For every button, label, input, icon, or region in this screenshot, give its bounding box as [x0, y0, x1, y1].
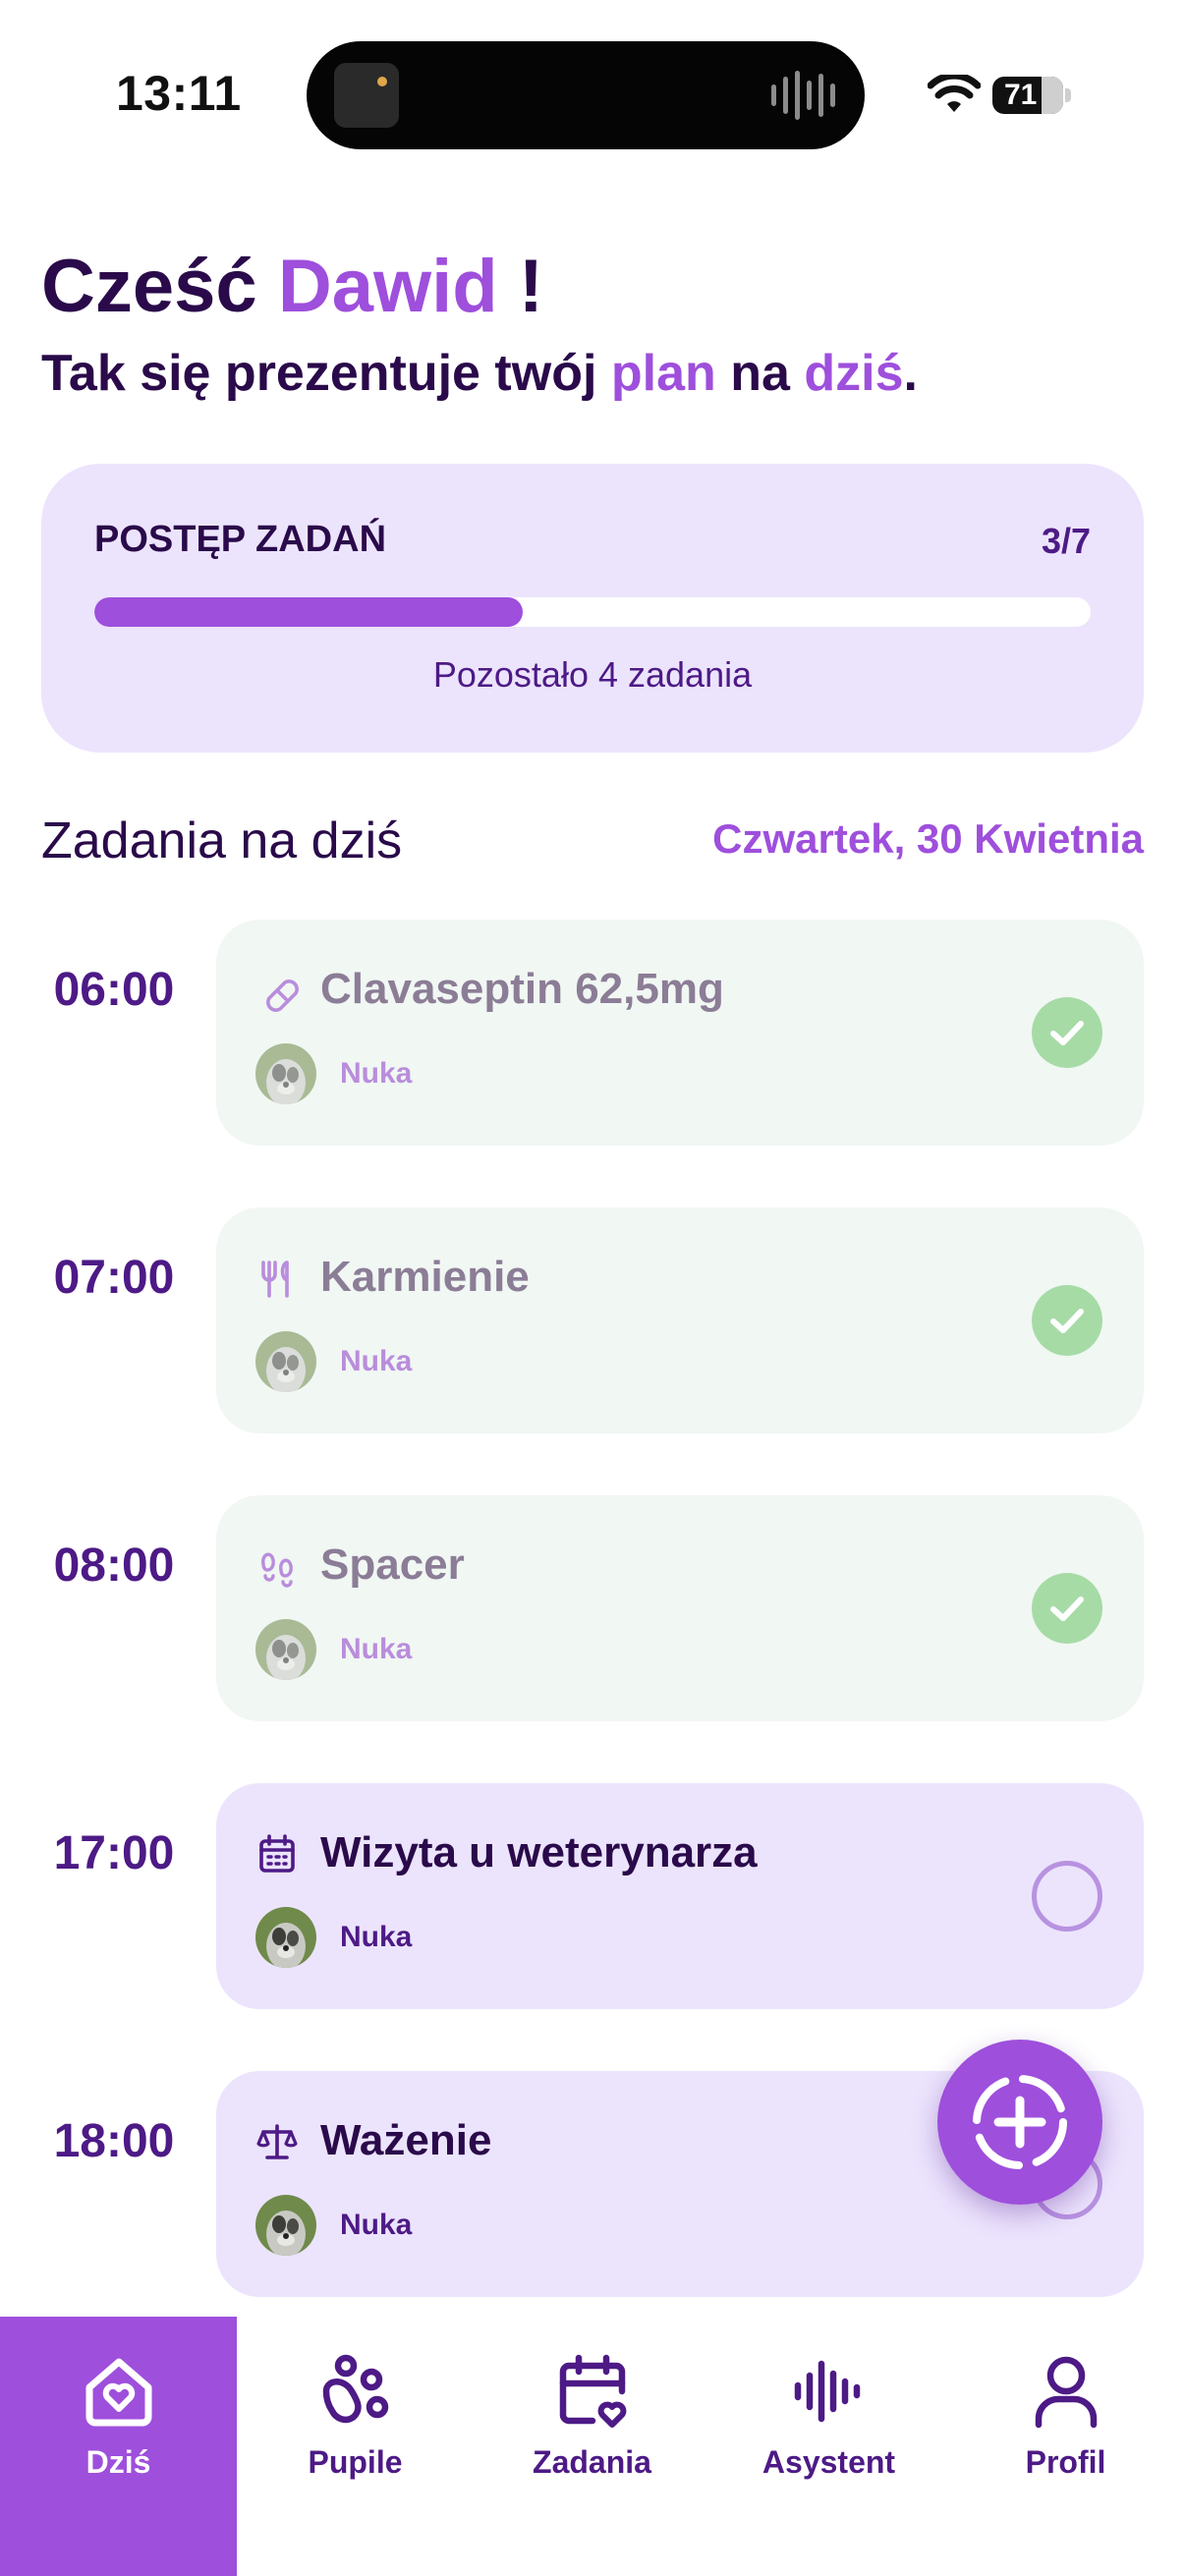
- task-title: Karmienie: [320, 1253, 530, 1301]
- nav-item-zadania[interactable]: Zadania: [474, 2317, 710, 2576]
- tasks-section-title: Zadania na dziś: [41, 812, 403, 869]
- task-time: 06:00: [53, 964, 175, 1016]
- footprints-icon: [261, 1552, 293, 1588]
- nav-item-profil[interactable]: Profil: [947, 2317, 1184, 2576]
- pet-avatar: [255, 1619, 316, 1680]
- checkmark-icon: [1050, 1021, 1084, 1045]
- pet-avatar: [255, 1907, 316, 1968]
- calendar-icon: [259, 1834, 295, 1873]
- bottom-navigation: Dziś Pupile Zadania Asystent Profil: [0, 2317, 1185, 2576]
- calendar-heart-icon: [559, 2354, 626, 2428]
- user-icon: [1035, 2356, 1097, 2429]
- nav-label: Asystent: [762, 2444, 896, 2480]
- task-card[interactable]: Karmienie Nuka: [216, 1207, 1144, 1433]
- nav-item-pupile[interactable]: Pupile: [237, 2317, 474, 2576]
- task-time: 07:00: [53, 1252, 175, 1304]
- voice-wave-icon: [794, 2360, 860, 2423]
- task-card[interactable]: Clavaseptin 62,5mg Nuka: [216, 920, 1144, 1146]
- task-time: 18:00: [53, 2115, 175, 2167]
- status-time: 13:11: [116, 66, 242, 121]
- task-title: Wizyta u weterynarza: [320, 1828, 758, 1876]
- progress-count: 3/7: [1041, 521, 1091, 561]
- progress-remaining: Pozostało 4 zadania: [432, 654, 753, 695]
- dynamic-island: [307, 41, 865, 149]
- battery-tip: [1065, 88, 1071, 102]
- task-title: Clavaseptin 62,5mg: [320, 965, 724, 1013]
- wifi-icon: [928, 75, 981, 112]
- pet-name: Nuka: [340, 1057, 413, 1090]
- nav-label: Zadania: [533, 2444, 651, 2480]
- pet-name: Nuka: [340, 1633, 413, 1665]
- task-card[interactable]: Spacer Nuka: [216, 1495, 1144, 1721]
- nav-item-asystent[interactable]: Asystent: [710, 2317, 947, 2576]
- pet-name: Nuka: [340, 2209, 413, 2241]
- add-task-button[interactable]: [937, 2040, 1102, 2205]
- user-name: Dawid: [277, 245, 498, 328]
- task-card[interactable]: Wizyta u weterynarza Nuka: [216, 1783, 1144, 2009]
- checkmark-icon: [1050, 1596, 1084, 1621]
- task-time: 17:00: [53, 1827, 175, 1879]
- paw-icon: [322, 2354, 388, 2424]
- pet-avatar: [255, 2195, 316, 2256]
- battery-indicator: 71: [992, 77, 1063, 114]
- greeting-subtitle: Tak się prezentuje twój plan na dziś.: [41, 345, 918, 402]
- task-title: Ważenie: [320, 2116, 492, 2164]
- pet-name: Nuka: [340, 1345, 413, 1377]
- progress-title: POSTĘP ZADAŃ: [94, 519, 387, 560]
- fork-knife-icon: [261, 1260, 289, 1298]
- checkmark-icon: [1050, 1309, 1084, 1333]
- scale-icon: [256, 2124, 298, 2159]
- greeting-title: Cześć Dawid !: [41, 245, 544, 328]
- progress-bar-fill: [94, 597, 524, 627]
- home-heart-icon: [85, 2358, 151, 2427]
- add-circle-icon: [973, 2075, 1067, 2169]
- task-complete-checkbox[interactable]: [1032, 1573, 1102, 1644]
- nav-item-dzis[interactable]: Dziś: [0, 2317, 237, 2576]
- audio-wave-icon: [771, 69, 835, 122]
- task-title: Spacer: [320, 1540, 465, 1589]
- nav-label: Pupile: [308, 2444, 403, 2480]
- progress-bar: [94, 597, 1091, 627]
- pill-icon: [266, 980, 299, 1012]
- tasks-date[interactable]: Czwartek, 30 Kwietnia: [712, 815, 1144, 863]
- now-playing-thumbnail: [334, 63, 399, 128]
- nav-label: Dziś: [85, 2444, 151, 2480]
- task-complete-checkbox[interactable]: [1032, 997, 1102, 1068]
- pet-name: Nuka: [340, 1921, 413, 1953]
- task-complete-checkbox[interactable]: [1032, 1285, 1102, 1356]
- task-time: 08:00: [53, 1540, 175, 1592]
- nav-label: Profil: [1025, 2444, 1106, 2480]
- pet-avatar: [255, 1043, 316, 1104]
- task-complete-checkbox[interactable]: [1032, 1861, 1102, 1932]
- pet-avatar: [255, 1331, 316, 1392]
